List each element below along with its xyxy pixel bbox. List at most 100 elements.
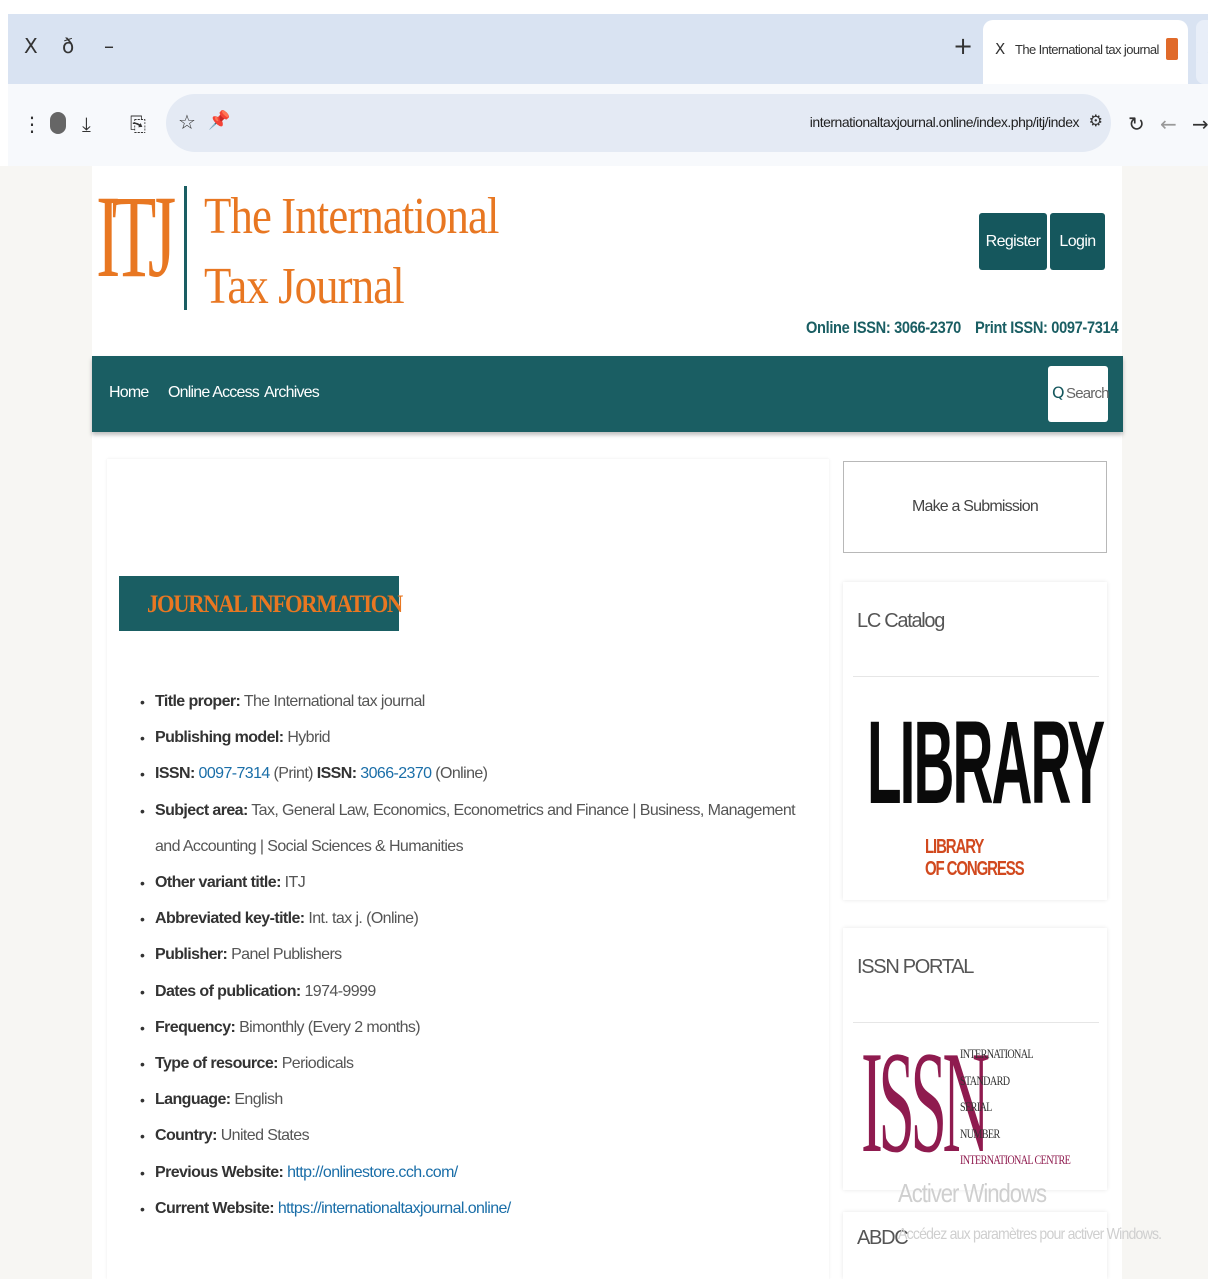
info-label: ISSN:: [316, 765, 357, 783]
make-submission-button[interactable]: Make a Submission: [843, 461, 1107, 553]
info-label: Subject area:: [155, 801, 248, 819]
nav-home[interactable]: Home: [109, 384, 149, 402]
list-item: Current Website: https://internationalta…: [140, 1191, 820, 1227]
library-of-congress-logo[interactable]: LIBRARY LIBRARY OF CONGRESS: [865, 700, 1105, 890]
issn-word: SERIAL: [960, 1099, 992, 1114]
list-item: Language: English: [140, 1082, 820, 1118]
window-save-icon[interactable]: ð: [62, 34, 74, 58]
info-value: Panel Publishers: [231, 946, 342, 964]
issn-portal-title: ISSN PORTAL: [857, 956, 974, 978]
issn-word: NUMBER: [960, 1125, 1000, 1141]
current-website-link[interactable]: https://internationaltaxjournal.online/: [278, 1200, 511, 1217]
lc-catalog-title: LC Catalog: [857, 610, 945, 632]
info-value: United States: [220, 1127, 310, 1145]
issn-word: INTERNATIONAL: [960, 1046, 1034, 1061]
tab-close-icon[interactable]: X: [995, 40, 1005, 58]
menu-icon[interactable]: ⋮: [22, 112, 42, 136]
back-icon[interactable]: ←: [1160, 112, 1177, 136]
divider: [853, 676, 1099, 677]
list-item: Type of resource: Periodicals: [140, 1046, 820, 1082]
previous-website-link[interactable]: http://onlinestore.cch.com/: [287, 1164, 458, 1181]
info-label: Language:: [155, 1091, 231, 1109]
library-logo-subtitle: LIBRARY OF CONGRESS: [925, 836, 1025, 880]
issn-word: INTERNATIONAL CENTRE: [960, 1152, 1071, 1167]
issn-print-link[interactable]: 0097-7314: [199, 765, 271, 782]
library-logo-word: LIBRARY: [867, 697, 1105, 829]
register-button[interactable]: Register: [979, 213, 1047, 270]
info-value: Hybrid: [287, 729, 330, 747]
logo-line-1: The International: [204, 188, 499, 245]
info-label: Previous Website:: [155, 1163, 284, 1181]
info-label: Country:: [155, 1127, 217, 1145]
reload-icon[interactable]: ↻: [1128, 112, 1145, 136]
logo-divider: [184, 186, 187, 310]
list-item: ISSN: 0097-7314 (Print) ISSN: 3066-2370 …: [140, 756, 820, 792]
journal-info-banner: JOURNAL INFORMATION: [119, 576, 403, 631]
copy-icon[interactable]: ⎘: [130, 112, 146, 136]
forward-icon[interactable]: →: [1192, 112, 1208, 136]
login-button[interactable]: Login: [1050, 213, 1105, 270]
info-label: Publisher:: [155, 946, 228, 964]
issn-logo[interactable]: ISSN INTERNATIONAL STANDARD SERIAL NUMBE…: [861, 1029, 1091, 1175]
journal-info-list: Title proper: The International tax jour…: [140, 684, 820, 1227]
list-item: Subject area: Tax, General Law, Economic…: [140, 793, 820, 865]
main-nav: Home Online Access Archives Q Search: [92, 356, 1123, 432]
browser-tab[interactable]: X The International tax journal: [983, 20, 1188, 84]
pin-icon[interactable]: 📌: [208, 110, 230, 131]
windows-activation-hint: Accédez aux paramètres pour activer Wind…: [898, 1226, 1162, 1243]
library-logo-sub-2: OF CONGRESS: [925, 858, 1025, 880]
list-item: Country: United States: [140, 1118, 820, 1154]
search-icon: Q: [1052, 383, 1065, 402]
info-label: Other variant title:: [155, 874, 281, 892]
search-label: Search: [1066, 385, 1110, 402]
extension-icon[interactable]: [50, 112, 66, 134]
print-issn: Print ISSN: 0097-7314: [975, 318, 1119, 337]
nav-archives[interactable]: Archives: [264, 384, 320, 402]
tab-favicon-icon: [1166, 38, 1178, 60]
info-label: ISSN:: [155, 765, 195, 783]
list-item: Dates of publication: 1974-9999: [140, 974, 820, 1010]
info-value: (Online): [435, 765, 488, 783]
issn-online-link[interactable]: 3066-2370: [360, 765, 432, 782]
info-label: Type of resource:: [155, 1055, 278, 1073]
window-minimize-icon[interactable]: –: [104, 34, 114, 58]
new-tab-button[interactable]: +: [953, 32, 973, 60]
address-bar[interactable]: ☆ 📌 internationaltaxjournal.online/index…: [166, 94, 1111, 152]
nav-online-access[interactable]: Online Access: [168, 384, 260, 402]
site-logo-initials[interactable]: ITJ: [96, 178, 176, 296]
issn-word: STANDARD: [960, 1072, 1010, 1088]
site-logo-title[interactable]: The International Tax Journal: [204, 182, 499, 322]
browser-tab-bar: X ð – + X The International tax journal …: [8, 14, 1208, 84]
tab-search-button[interactable]: ⌄: [1196, 20, 1208, 84]
info-label: Frequency:: [155, 1018, 236, 1036]
window-close-icon[interactable]: X: [24, 34, 38, 58]
list-item: Previous Website: http://onlinestore.cch…: [140, 1155, 820, 1191]
info-value: Periodicals: [281, 1055, 354, 1073]
list-item: Title proper: The International tax jour…: [140, 684, 820, 720]
info-label: Publishing model:: [155, 729, 284, 747]
windows-activation-watermark: Activer Windows: [898, 1178, 1047, 1208]
online-issn: Online ISSN: 3066-2370: [806, 318, 961, 337]
info-label: Dates of publication:: [155, 982, 301, 1000]
logo-line-2: Tax Journal: [204, 258, 405, 315]
info-label: Title proper:: [155, 693, 241, 710]
library-logo-sub-1: LIBRARY: [925, 836, 984, 858]
list-item: Abbreviated key-title: Int. tax j. (Onli…: [140, 901, 820, 937]
list-item: Publishing model: Hybrid: [140, 720, 820, 756]
browser-toolbar: ⋮ ⤓ ⎘ ☆ 📌 internationaltaxjournal.online…: [8, 84, 1208, 166]
site-settings-icon[interactable]: ⚙: [1089, 111, 1103, 130]
download-icon[interactable]: ⤓: [82, 112, 91, 136]
info-value: The International tax journal: [243, 693, 426, 710]
info-value: Int. tax j. (Online): [308, 910, 419, 928]
bookmark-star-icon[interactable]: ☆: [178, 110, 196, 134]
info-value: Bimonthly (Every 2 months): [239, 1018, 421, 1036]
info-value: Tax, General Law, Economics, Econometric…: [155, 801, 796, 855]
issn-logo-words: INTERNATIONAL STANDARD SERIAL NUMBER INT…: [960, 1041, 1071, 1174]
info-label: Current Website:: [155, 1199, 275, 1217]
journal-info-heading: JOURNAL INFORMATION: [147, 591, 403, 618]
info-value: ITJ: [284, 874, 306, 892]
tab-title: The International tax journal: [1015, 42, 1159, 57]
list-item: Publisher: Panel Publishers: [140, 937, 820, 973]
search-button[interactable]: Q Search: [1048, 366, 1110, 422]
url-text[interactable]: internationaltaxjournal.online/index.php…: [810, 114, 1080, 130]
